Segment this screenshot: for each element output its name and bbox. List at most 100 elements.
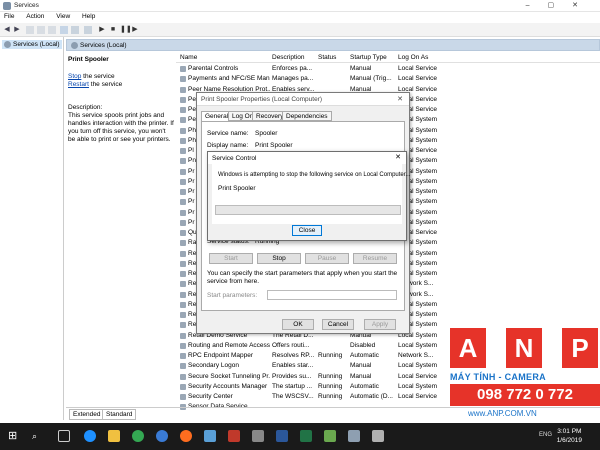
cell-startup: Automatic (350, 352, 379, 359)
restart-service-link[interactable]: Restart (68, 81, 89, 88)
stop-button[interactable]: Stop (257, 253, 301, 264)
properties-icon[interactable] (37, 26, 45, 34)
ok-button[interactable]: OK (282, 319, 314, 330)
snipping-icon[interactable] (372, 430, 384, 442)
start-params-input[interactable] (267, 290, 397, 300)
browser-icon[interactable] (156, 430, 168, 442)
display-name-label: Display name: (207, 142, 249, 149)
chrome-icon[interactable] (132, 430, 144, 442)
tab-extended[interactable]: Extended (69, 409, 105, 420)
properties-title: Print Spooler Properties (Local Computer… (201, 96, 323, 103)
close-button[interactable]: Close (292, 225, 322, 236)
export-icon[interactable] (60, 26, 68, 34)
service-icon (180, 373, 186, 380)
service-icon (180, 137, 186, 144)
pause-service-icon[interactable]: ❚❚ (120, 26, 132, 34)
service-icon (180, 96, 186, 103)
services-taskbar-icon[interactable] (348, 430, 360, 442)
service-icon (180, 322, 186, 329)
service-icon (180, 76, 186, 83)
description-text: This service spools print jobs and handl… (68, 112, 174, 143)
cell-logon: Local System (398, 382, 438, 390)
service-icon (180, 209, 186, 216)
file-explorer-icon[interactable] (108, 430, 120, 442)
excel-icon[interactable] (300, 430, 312, 442)
window-controls[interactable]: –▢✕ (526, 1, 596, 9)
menu-file[interactable]: File (4, 13, 14, 20)
services-app-icon (3, 2, 11, 10)
help-icon[interactable] (71, 26, 79, 34)
cell-status: Running (318, 382, 343, 390)
col-status[interactable]: Status (318, 54, 336, 61)
cell-logon: Local Service (398, 65, 438, 72)
close-icon[interactable]: ✕ (397, 95, 403, 103)
cell-startup: Disabled (350, 341, 376, 349)
menu-action[interactable]: Action (26, 13, 44, 20)
refresh-icon[interactable] (48, 26, 56, 34)
console-tree-icon[interactable] (26, 26, 34, 34)
service-icon (180, 230, 186, 236)
app-icon[interactable] (204, 430, 216, 442)
firefox-icon[interactable] (180, 430, 192, 442)
service-icon (180, 342, 186, 349)
forward-icon[interactable]: ▶ (13, 26, 21, 34)
service-icon (180, 199, 186, 206)
stop-link-suffix: the service (81, 73, 115, 80)
language-indicator[interactable]: ENG (539, 432, 552, 438)
service-icon (180, 301, 186, 308)
cell-status: Running (318, 372, 343, 380)
tree-item-services-local[interactable]: Services (Local) (2, 40, 62, 50)
col-name[interactable]: Name (180, 54, 197, 61)
stop-service-icon[interactable]: ■ (109, 26, 117, 34)
menu-bar: File Action View Help (0, 12, 600, 23)
service-control-body: Windows is attempting to stop the follow… (212, 164, 410, 224)
window-title: Services (14, 2, 39, 9)
cancel-button[interactable]: Cancel (322, 319, 354, 330)
close-icon[interactable]: ✕ (395, 153, 401, 161)
cell-logon: Local Service (398, 393, 438, 400)
clock[interactable]: 3:01 PM 1/6/2019 (557, 427, 582, 445)
windows-start-icon[interactable]: ⊞ (8, 430, 20, 442)
table-row[interactable]: Payments and NFC/SE Mana... Manages pa...… (176, 74, 600, 84)
view-icon[interactable] (84, 26, 92, 34)
col-description[interactable]: Description (272, 54, 305, 61)
table-row[interactable]: Parental Controls Enforces pa... Manual Loc… (176, 64, 600, 74)
cell-logon: Local System (398, 362, 438, 370)
back-icon[interactable]: ◀ (3, 26, 11, 34)
cell-startup: Manual (Trig... (350, 75, 392, 83)
service-icon (180, 168, 186, 175)
app2-icon[interactable] (324, 430, 336, 442)
pane-header-title: Services (Local) (80, 42, 127, 50)
resume-button[interactable]: Resume (353, 253, 397, 264)
console-tree: Services (Local) (0, 37, 64, 420)
edge-icon[interactable] (84, 430, 96, 442)
description-label: Description: (68, 104, 103, 111)
start-button[interactable]: Start (209, 253, 253, 264)
service-name-value: Spooler (255, 130, 278, 137)
description-pane: Print Spooler Stop the service Restart t… (66, 52, 176, 407)
restart-service-icon[interactable]: ▶ (131, 26, 139, 34)
settings-gear-icon[interactable] (252, 430, 264, 442)
menu-view[interactable]: View (56, 13, 70, 20)
cell-description: Provides su... (272, 372, 312, 380)
clock-time: 3:01 PM (557, 428, 582, 435)
menu-help[interactable]: Help (82, 13, 95, 20)
cell-status: Running (318, 393, 343, 400)
col-logon-as[interactable]: Log On As (398, 54, 428, 61)
pause-button[interactable]: Pause (305, 253, 349, 264)
search-icon[interactable]: ⌕ (32, 430, 44, 442)
cell-name: Security Center (188, 393, 233, 400)
service-icon (180, 86, 186, 93)
col-startup-type[interactable]: Startup Type (350, 54, 387, 61)
start-service-icon[interactable]: ▶ (98, 26, 106, 34)
media-icon[interactable] (228, 430, 240, 442)
service-icon (180, 271, 186, 277)
service-icon (180, 250, 186, 257)
cell-logon: Network S... (398, 352, 434, 359)
apply-button[interactable]: Apply (364, 319, 396, 330)
tab-dependencies[interactable]: Dependencies (282, 111, 332, 121)
word-icon[interactable] (276, 430, 288, 442)
task-view-icon[interactable] (58, 430, 70, 442)
stop-service-link[interactable]: Stop (68, 73, 81, 80)
tab-standard[interactable]: Standard (102, 409, 137, 420)
